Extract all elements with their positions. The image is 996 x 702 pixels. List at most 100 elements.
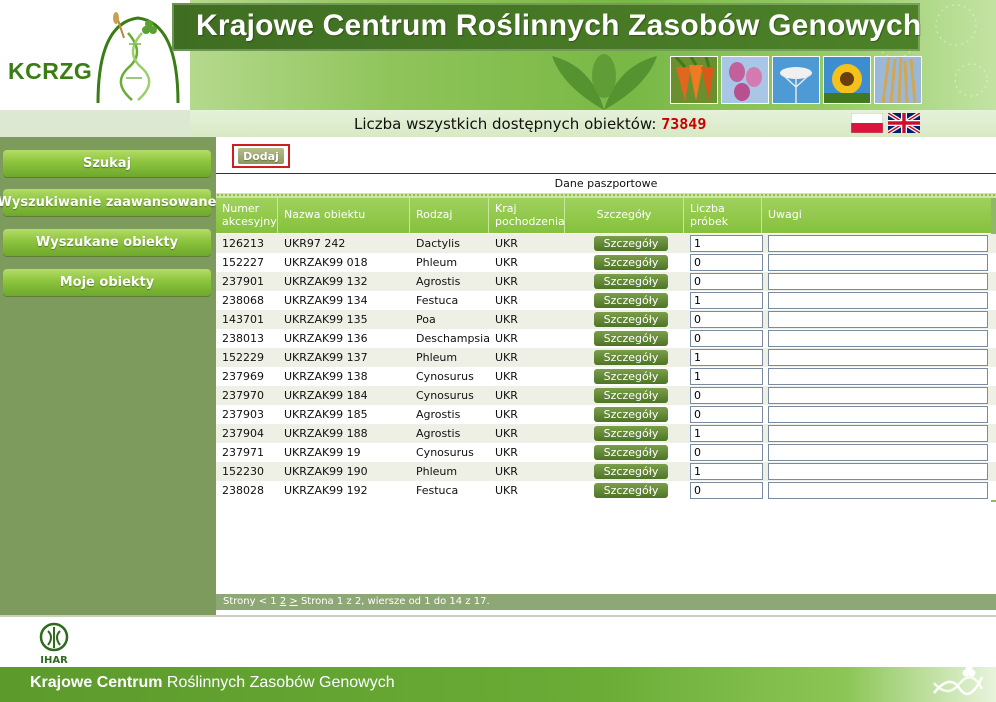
remarks-input[interactable] [768, 368, 988, 385]
samples-input[interactable] [690, 444, 763, 461]
cell-accession: 237969 [222, 370, 264, 383]
cell-genus: Festuca [416, 294, 459, 307]
remarks-input[interactable] [768, 235, 988, 252]
details-button[interactable]: Szczegóły [594, 388, 668, 403]
samples-input[interactable] [690, 425, 763, 442]
remarks-input[interactable] [768, 330, 988, 347]
cell-country: UKR [495, 256, 518, 269]
col-header-name-label: Nazwa obiektu [284, 208, 366, 221]
sunflower-photo-icon[interactable] [823, 56, 871, 104]
cell-country: UKR [495, 313, 518, 326]
details-button[interactable]: Szczegóły [594, 331, 668, 346]
cell-genus: Deschampsia [416, 332, 489, 345]
col-header-accession-line2: akcesyjny [222, 215, 277, 228]
samples-input[interactable] [690, 368, 763, 385]
col-header-country[interactable]: Kraj pochodzenia [489, 198, 565, 233]
table-row: 237971 UKRZAK99 19 Cynosurus UKR Szczegó… [216, 443, 996, 462]
details-button[interactable]: Szczegóły [594, 255, 668, 270]
remarks-input[interactable] [768, 406, 988, 423]
samples-input[interactable] [690, 330, 763, 347]
details-button[interactable]: Szczegóły [594, 369, 668, 384]
footer-dna-logo-icon [933, 664, 984, 696]
remarks-input[interactable] [768, 482, 988, 499]
english-flag-icon[interactable] [888, 113, 920, 133]
footer-bar: Krajowe Centrum Roślinnych Zasobów Genow… [0, 667, 996, 702]
pager-status: Strona 1 z 2, wiersze od 1 do 14 z 17. [297, 596, 490, 607]
remarks-input[interactable] [768, 311, 988, 328]
polish-flag-icon[interactable] [851, 113, 883, 133]
cell-name: UKRZAK99 184 [284, 389, 368, 402]
samples-input[interactable] [690, 482, 763, 499]
table-row: 237901 UKRZAK99 132 Agrostis UKR Szczegó… [216, 272, 996, 291]
remarks-input[interactable] [768, 463, 988, 480]
samples-input[interactable] [690, 311, 763, 328]
table-row: 126213 UKR97 242 Dactylis UKR Szczegóły [216, 234, 996, 253]
cell-genus: Cynosurus [416, 446, 474, 459]
details-button[interactable]: Szczegóły [594, 293, 668, 308]
carrots-photo-icon[interactable] [670, 56, 718, 104]
details-button[interactable]: Szczegóły [594, 350, 668, 365]
footer-title-bold: Krajowe Centrum [30, 674, 167, 691]
details-button[interactable]: Szczegóły [594, 464, 668, 479]
wheat-photo-icon[interactable] [874, 56, 922, 104]
magnolia-photo-icon[interactable] [721, 56, 769, 104]
cell-accession: 238028 [222, 484, 264, 497]
logo-text: KCRZG [8, 58, 93, 84]
cell-accession: 237904 [222, 427, 264, 440]
count-value: 73849 [661, 115, 707, 133]
count-label: Liczba wszystkich dostępnych obiektów: [354, 115, 662, 133]
pagination: Strony < 1 2 > Strona 1 z 2, wiersze od … [216, 594, 996, 610]
table-row: 237904 UKRZAK99 188 Agrostis UKR Szczegó… [216, 424, 996, 443]
col-header-accession[interactable]: Numer akcesyjny [216, 198, 278, 233]
flower-umbel-photo-icon[interactable] [772, 56, 820, 104]
col-header-name[interactable]: Nazwa obiektu [278, 198, 410, 233]
remarks-input[interactable] [768, 387, 988, 404]
table-row: 152229 UKRZAK99 137 Phleum UKR Szczegóły [216, 348, 996, 367]
col-header-samples: Liczba próbek [684, 198, 762, 233]
sidebar-item-search[interactable]: Szukaj [3, 150, 211, 177]
table-title: Dane paszportowe [554, 177, 658, 190]
col-header-genus-label: Rodzaj [416, 208, 453, 221]
samples-input[interactable] [690, 273, 763, 290]
sidebar-item-advanced-search[interactable]: Wyszukiwanie zaawansowane [0, 189, 217, 216]
table-row: 237903 UKRZAK99 185 Agrostis UKR Szczegó… [216, 405, 996, 424]
site-title: Krajowe Centrum Roślinnych Zasobów Genow… [196, 9, 922, 42]
cell-name: UKRZAK99 137 [284, 351, 368, 364]
remarks-input[interactable] [768, 292, 988, 309]
details-button[interactable]: Szczegóły [594, 236, 668, 251]
remarks-input[interactable] [768, 273, 988, 290]
add-button[interactable]: Dodaj [238, 148, 284, 164]
footer-title: Krajowe Centrum Roślinnych Zasobów Genow… [30, 674, 395, 692]
remarks-input[interactable] [768, 444, 988, 461]
details-button[interactable]: Szczegóły [594, 445, 668, 460]
sidebar-item-found-objects[interactable]: Wyszukane obiekty [3, 229, 211, 256]
remarks-input[interactable] [768, 349, 988, 366]
samples-input[interactable] [690, 254, 763, 271]
details-button[interactable]: Szczegóły [594, 312, 668, 327]
cell-accession: 238068 [222, 294, 264, 307]
cell-country: UKR [495, 465, 518, 478]
cell-genus: Dactylis [416, 237, 460, 250]
table-row: 238013 UKRZAK99 136 Deschampsia UKR Szcz… [216, 329, 996, 348]
sidebar-item-my-objects[interactable]: Moje obiekty [3, 269, 211, 296]
samples-input[interactable] [690, 463, 763, 480]
cell-genus: Cynosurus [416, 389, 474, 402]
details-button[interactable]: Szczegóły [594, 426, 668, 441]
cell-accession: 237903 [222, 408, 264, 421]
col-header-genus[interactable]: Rodzaj [410, 198, 489, 233]
remarks-input[interactable] [768, 425, 988, 442]
samples-input[interactable] [690, 387, 763, 404]
samples-input[interactable] [690, 235, 763, 252]
pager-next-link[interactable]: > [289, 596, 297, 607]
cell-name: UKRZAK99 185 [284, 408, 368, 421]
remarks-input[interactable] [768, 254, 988, 271]
samples-input[interactable] [690, 349, 763, 366]
kcrzg-logo[interactable]: KCRZG [0, 0, 190, 110]
ihar-logo-icon[interactable]: IHAR [30, 621, 78, 665]
details-button[interactable]: Szczegóły [594, 483, 668, 498]
samples-input[interactable] [690, 406, 763, 423]
details-button[interactable]: Szczegóły [594, 274, 668, 289]
samples-input[interactable] [690, 292, 763, 309]
details-button[interactable]: Szczegóły [594, 407, 668, 422]
pager-page-2-link[interactable]: 2 [280, 596, 286, 607]
